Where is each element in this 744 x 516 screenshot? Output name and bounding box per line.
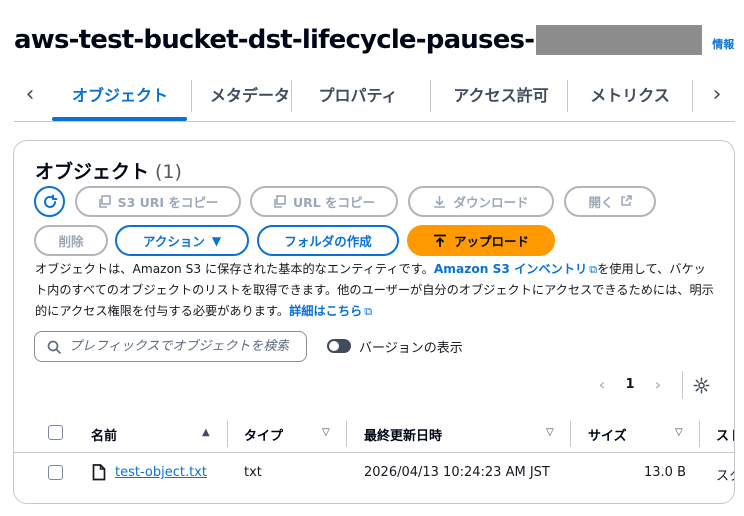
- page-title: aws-test-bucket-dst-lifecycle-pauses-: [14, 25, 535, 55]
- copy-s3-uri-label: S3 URI をコピー: [117, 195, 219, 210]
- tab-metadata[interactable]: メタデータ: [194, 74, 306, 114]
- sort-ascending-icon[interactable]: ▲: [202, 427, 210, 438]
- page-header: aws-test-bucket-dst-lifecycle-pauses- 情報: [14, 22, 734, 58]
- actions-label: アクション: [142, 234, 205, 249]
- search-input[interactable]: [69, 339, 289, 354]
- upload-button[interactable]: アップロード: [407, 225, 555, 256]
- tab-divider: [692, 80, 693, 112]
- refresh-button[interactable]: [34, 186, 65, 217]
- object-size: 13.0 B: [644, 465, 686, 480]
- upload-icon: [433, 234, 447, 248]
- column-divider: [570, 421, 571, 447]
- show-versions-toggle[interactable]: [327, 339, 351, 353]
- next-page-icon[interactable]: ›: [650, 373, 666, 395]
- row-checkbox[interactable]: [48, 465, 63, 480]
- open-button[interactable]: 開く: [564, 186, 656, 217]
- caret-down-icon: ▼: [211, 233, 222, 248]
- external-link-icon: ⧉: [364, 305, 373, 318]
- info-link[interactable]: 情報: [712, 36, 734, 52]
- tab-divider: [430, 80, 431, 112]
- copy-url-label: URL をコピー: [292, 195, 376, 210]
- upload-label: アップロード: [453, 234, 529, 249]
- open-label: 開く: [588, 195, 614, 210]
- tab-metrics[interactable]: メトリクス: [570, 74, 690, 114]
- column-header-last-modified[interactable]: 最終更新日時: [364, 425, 442, 444]
- external-link-icon: ⧉: [589, 263, 598, 276]
- tab-properties[interactable]: プロパティ: [294, 74, 422, 114]
- tab-scroll-right-icon[interactable]: ›: [705, 82, 729, 107]
- object-count: (1): [155, 161, 182, 183]
- objects-panel: オブジェクト (1) S3 URI をコピー URL をコピー ダウンロード 開く…: [13, 140, 735, 504]
- tab-scroll-left-icon[interactable]: ‹: [18, 82, 42, 107]
- search-box: [34, 331, 307, 362]
- copy-icon: [273, 195, 286, 208]
- copy-url-button[interactable]: URL をコピー: [250, 186, 398, 217]
- sort-icon[interactable]: ▽: [322, 427, 330, 438]
- objects-description: オブジェクトは、Amazon S3 に保存された基本的なエンティティです。Ama…: [35, 259, 715, 322]
- tab-divider: [567, 80, 568, 112]
- column-divider: [346, 421, 347, 447]
- inventory-link[interactable]: Amazon S3 インベントリ: [434, 262, 587, 276]
- object-name-link[interactable]: test-object.txt: [115, 465, 207, 480]
- tab-bar: ‹ オブジェクト メタデータ プロパティ アクセス許可 メトリクス ›: [14, 70, 735, 122]
- file-icon: [92, 464, 106, 481]
- download-button[interactable]: ダウンロード: [408, 186, 554, 217]
- show-versions-label: バージョンの表示: [359, 341, 463, 356]
- create-folder-label: フォルダの作成: [284, 234, 372, 249]
- page-number[interactable]: 1: [622, 373, 638, 395]
- tab-divider: [291, 80, 292, 112]
- object-storage-class: スタンダード: [716, 469, 734, 484]
- sort-icon[interactable]: ▽: [675, 427, 683, 438]
- delete-button[interactable]: 削除: [34, 225, 108, 256]
- active-tab-indicator: [52, 117, 187, 121]
- refresh-icon: [43, 194, 57, 208]
- table-row: test-object.txt txt 2026/04/13 10:24:23 …: [14, 454, 734, 492]
- column-divider: [227, 421, 228, 447]
- panel-title: オブジェクト (1): [35, 157, 182, 184]
- sort-icon[interactable]: ▽: [546, 427, 554, 438]
- tab-divider: [191, 80, 192, 112]
- download-icon: [433, 195, 446, 208]
- previous-page-icon[interactable]: ‹: [594, 373, 610, 395]
- copy-s3-uri-button[interactable]: S3 URI をコピー: [75, 186, 241, 217]
- column-divider: [699, 421, 700, 447]
- create-folder-button[interactable]: フォルダの作成: [257, 225, 399, 256]
- learn-more-link[interactable]: 詳細はこちら: [289, 304, 362, 318]
- redacted-bucket-suffix: [536, 25, 703, 55]
- external-link-icon: [620, 194, 632, 209]
- gear-icon[interactable]: [690, 374, 712, 396]
- column-header-type[interactable]: タイプ: [244, 425, 283, 444]
- object-last-modified: 2026/04/13 10:24:23 AM JST: [364, 465, 550, 480]
- download-label: ダウンロード: [453, 195, 529, 210]
- column-header-size[interactable]: サイズ: [588, 425, 627, 444]
- copy-icon: [98, 195, 111, 208]
- table-header: 名前 ▲ タイプ ▽ 最終更新日時 ▽ サイズ ▽ ストレージクラス: [14, 413, 734, 453]
- actions-dropdown[interactable]: アクション ▼: [115, 225, 249, 256]
- select-all-checkbox[interactable]: [48, 425, 63, 440]
- pagination-divider: [682, 371, 683, 399]
- column-header-name[interactable]: 名前: [91, 425, 117, 444]
- object-type: txt: [244, 465, 262, 480]
- panel-title-text: オブジェクト: [35, 161, 150, 183]
- tab-objects[interactable]: オブジェクト: [54, 74, 186, 114]
- delete-label: 削除: [58, 234, 84, 249]
- description-text: オブジェクトは、Amazon S3 に保存された基本的なエンティティです。: [35, 262, 434, 276]
- column-header-storage-class[interactable]: ストレージクラス: [716, 425, 734, 444]
- tab-permissions[interactable]: アクセス許可: [434, 74, 568, 114]
- search-icon: [47, 340, 61, 354]
